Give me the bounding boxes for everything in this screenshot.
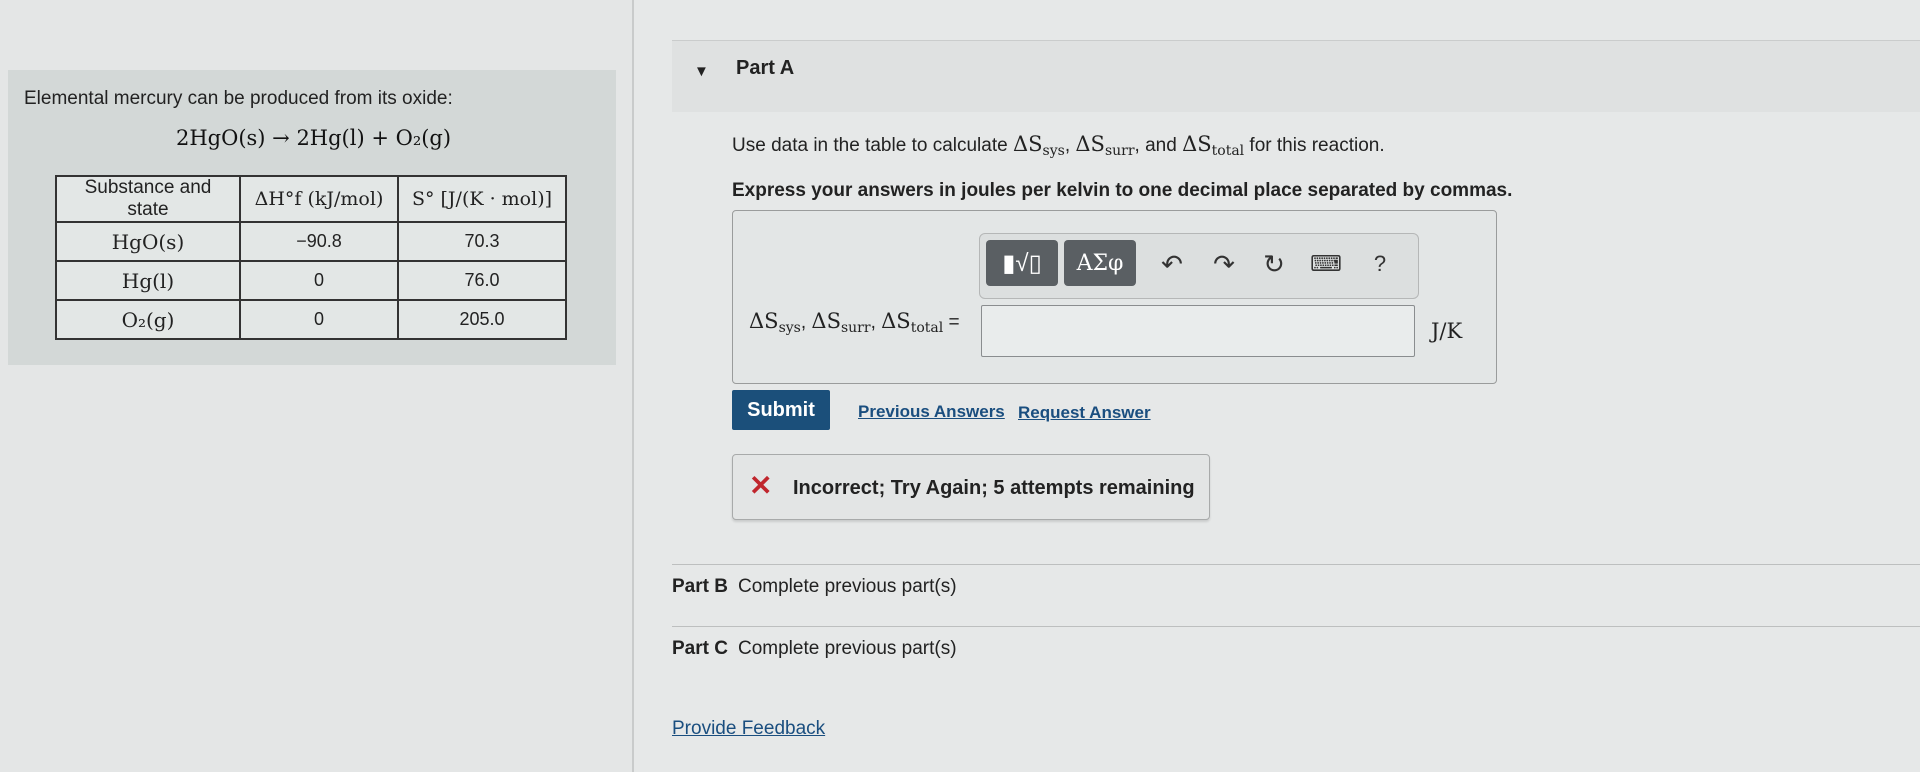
table-header-enthalpy: ΔH°f (kJ/mol): [239, 175, 399, 223]
part-c-row[interactable]: Part C Complete previous part(s): [672, 638, 957, 660]
request-answer-link[interactable]: Request Answer: [1018, 403, 1151, 423]
collapse-triangle-icon[interactable]: ▼: [694, 63, 709, 80]
templates-icon: ▮√▯: [1002, 249, 1042, 277]
symbols-button[interactable]: ΑΣφ: [1064, 240, 1136, 286]
table-header-row: Substance and state ΔH°f (kJ/mol) S° [J/…: [55, 175, 567, 223]
question-and: , and: [1134, 135, 1183, 156]
part-a-title: Part A: [736, 57, 795, 79]
answer-input[interactable]: [981, 305, 1415, 357]
x-icon: ✕: [749, 470, 773, 501]
part-b-row[interactable]: Part B Complete previous part(s): [672, 576, 957, 598]
table-cell-enthalpy: −90.8: [239, 221, 399, 262]
submit-button[interactable]: Submit: [732, 390, 830, 430]
table-cell-entropy: 205.0: [397, 299, 567, 340]
reset-icon[interactable]: ↻: [1254, 246, 1294, 282]
feedback-text: Incorrect; Try Again; 5 attempts remaini…: [793, 477, 1195, 499]
table-header-entropy: S° [J/(K · mol)]: [397, 175, 567, 223]
table-cell-enthalpy: 0: [239, 299, 399, 340]
undo-icon[interactable]: ↶: [1152, 246, 1192, 282]
problem-pane: Elemental mercury can be produced from i…: [0, 0, 634, 772]
table-row: HgO(s) −90.8 70.3: [55, 221, 567, 262]
part-b-status: Complete previous part(s): [737, 576, 957, 597]
math-toolbar: ▮√▯ ΑΣφ ↶ ↷ ↻ ⌨ ?: [979, 233, 1419, 299]
table-cell-entropy: 70.3: [397, 221, 567, 262]
table-cell-enthalpy: 0: [239, 260, 399, 301]
provide-feedback-link[interactable]: Provide Feedback: [672, 718, 825, 740]
templates-button[interactable]: ▮√▯: [986, 240, 1058, 286]
table-row: Hg(l) 0 76.0: [55, 260, 567, 301]
help-button[interactable]: ?: [1360, 246, 1400, 282]
keyboard-icon[interactable]: ⌨: [1306, 246, 1346, 282]
question-text: Use data in the table to calculate ΔSsys…: [732, 132, 1385, 159]
feedback-box: ✕ Incorrect; Try Again; 5 attempts remai…: [732, 454, 1210, 520]
question-suffix: for this reaction.: [1244, 135, 1385, 156]
part-c-status: Complete previous part(s): [737, 638, 957, 659]
subscript-sys: sys: [1042, 143, 1065, 159]
answer-box: ▮√▯ ΑΣφ ↶ ↷ ↻ ⌨ ? ΔSsys, ΔSsurr, ΔStotal…: [732, 210, 1497, 384]
table-row: O₂(g) 0 205.0: [55, 299, 567, 340]
question-prefix: Use data in the table to calculate: [732, 135, 1013, 156]
table-cell-substance: HgO(s): [55, 221, 241, 262]
previous-answers-link[interactable]: Previous Answers: [858, 402, 1005, 422]
table-cell-entropy: 76.0: [397, 260, 567, 301]
divider: [672, 626, 1920, 627]
part-b-label: Part B: [672, 576, 728, 597]
delta-s-symbol: ΔS: [1012, 132, 1043, 156]
part-c-label: Part C: [672, 638, 728, 659]
table-cell-substance: Hg(l): [55, 260, 241, 301]
subscript-total: total: [1211, 143, 1245, 159]
part-a-header[interactable]: ▼ Part A: [672, 40, 1920, 112]
answer-instruction: Express your answers in joules per kelvi…: [732, 180, 1513, 201]
answer-unit: J/K: [1431, 319, 1463, 343]
thermo-data-table: Substance and state ΔH°f (kJ/mol) S° [J/…: [55, 175, 567, 340]
answer-label: ΔSsys, ΔSsurr, ΔStotal =: [749, 309, 960, 336]
delta-s-symbol: ΔS: [1075, 132, 1105, 156]
redo-icon[interactable]: ↷: [1204, 246, 1244, 282]
table-cell-substance: O₂(g): [55, 299, 241, 340]
problem-intro-text: Elemental mercury can be produced from i…: [24, 88, 453, 109]
divider: [672, 564, 1920, 565]
table-header-substance: Substance and state: [55, 175, 241, 223]
subscript-surr: surr: [1104, 143, 1135, 159]
reaction-equation: 2HgO(s) → 2Hg(l) + O₂(g): [176, 126, 452, 150]
problem-intro-box: Elemental mercury can be produced from i…: [8, 70, 616, 365]
delta-s-symbol: ΔS: [1182, 132, 1212, 156]
